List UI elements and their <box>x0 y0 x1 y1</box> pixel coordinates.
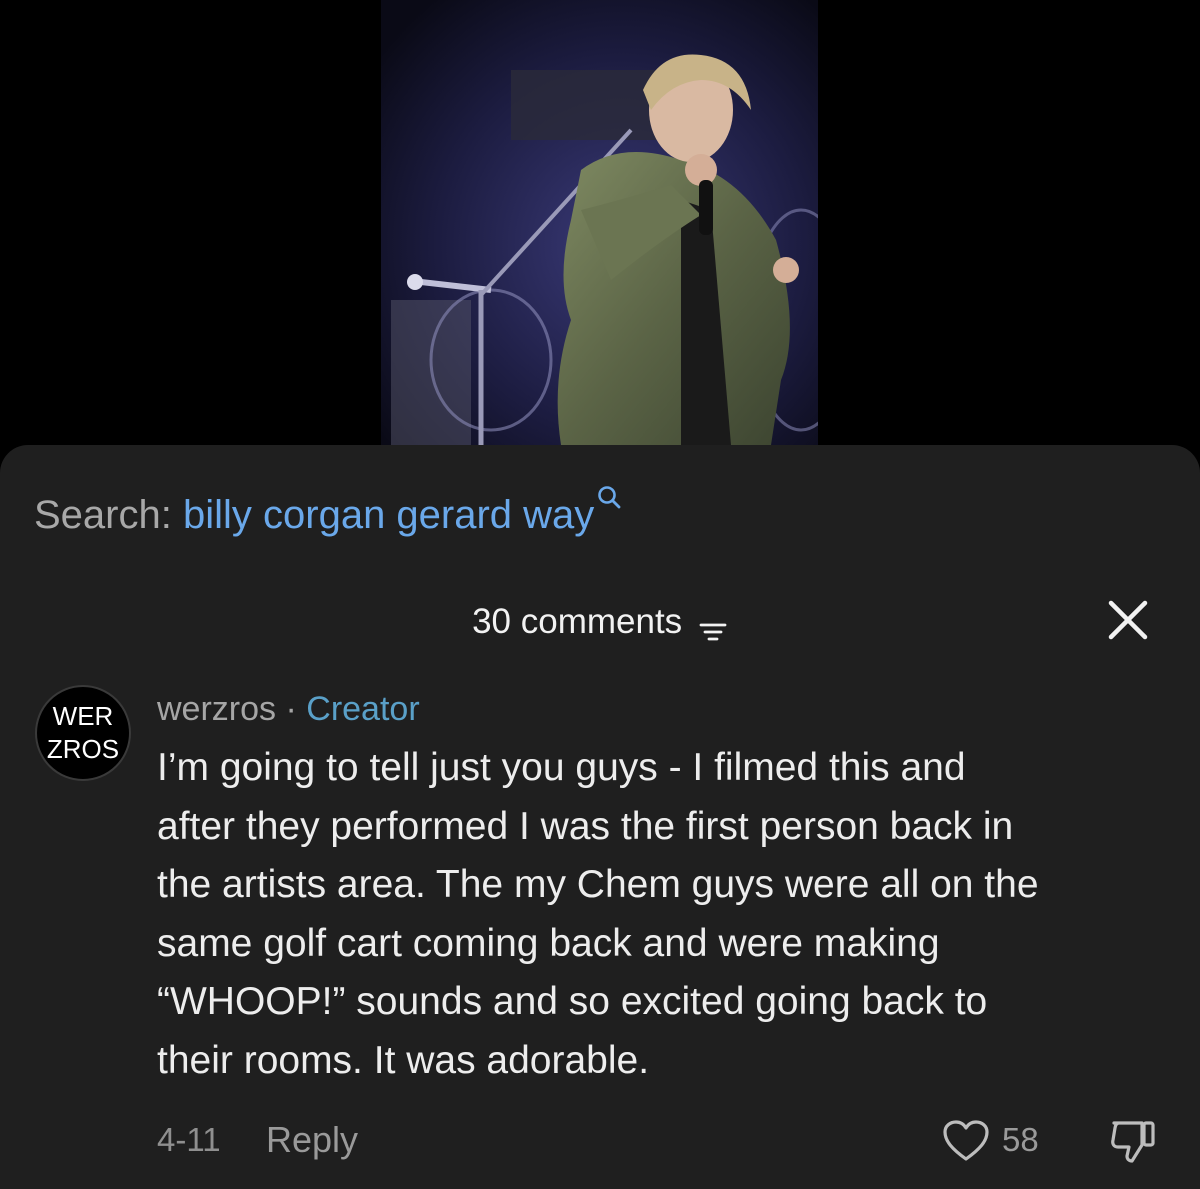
comment-date: 4-11 <box>157 1121 221 1158</box>
comment-line: the artists area. The my Chem guys were … <box>157 863 1039 906</box>
thumbs-down-icon <box>1111 1121 1155 1163</box>
comments-header: 30 comments <box>0 595 1200 645</box>
comment-line: “WHOOP!” sounds and so excited going bac… <box>157 980 988 1023</box>
meta-separator: · <box>285 690 297 728</box>
close-icon <box>1108 600 1148 640</box>
comments-sheet: Search: billy corgan gerard way 30 comme… <box>0 445 1200 1189</box>
video-player[interactable] <box>381 0 818 445</box>
page: Search: billy corgan gerard way 30 comme… <box>0 0 1200 1189</box>
search-query-link[interactable]: billy corgan gerard way <box>183 493 594 537</box>
comment-line: their rooms. It was adorable. <box>157 1038 650 1082</box>
comment-line: I’m going to tell just you guys - I film… <box>157 746 966 789</box>
avatar-text-line1: WER <box>52 701 114 731</box>
comment-line: after they performed I was the first per… <box>157 804 1014 848</box>
comment-actions: 4-11 Reply 58 <box>0 1115 1200 1165</box>
like-count: 58 <box>1002 1121 1039 1158</box>
video-frame-image <box>381 0 818 445</box>
comment-item: WER ZROS werzros · Creator I’m going to … <box>0 685 1200 1185</box>
comment-username[interactable]: werzros <box>157 690 276 728</box>
comment-meta: werzros · Creator <box>157 687 420 731</box>
close-button[interactable] <box>1106 598 1150 642</box>
search-prefix-label: Search: <box>34 493 172 537</box>
comment-text: I’m going to tell just you guys - I film… <box>157 739 1167 1090</box>
avatar-text-line2: ZROS <box>46 734 120 764</box>
search-icon[interactable] <box>596 472 622 509</box>
avatar[interactable]: WER ZROS <box>35 685 131 781</box>
dislike-button[interactable] <box>1108 1119 1158 1165</box>
comments-count: 30 comments <box>472 601 683 641</box>
heart-icon <box>943 1120 989 1161</box>
reply-button[interactable]: Reply <box>266 1115 358 1165</box>
like-button[interactable] <box>942 1119 990 1163</box>
search-suggestion[interactable]: Search: billy corgan gerard way <box>34 486 622 540</box>
creator-badge: Creator <box>306 690 420 728</box>
comment-line: same golf cart coming back and were maki… <box>157 921 940 965</box>
sort-icon[interactable] <box>698 609 728 641</box>
